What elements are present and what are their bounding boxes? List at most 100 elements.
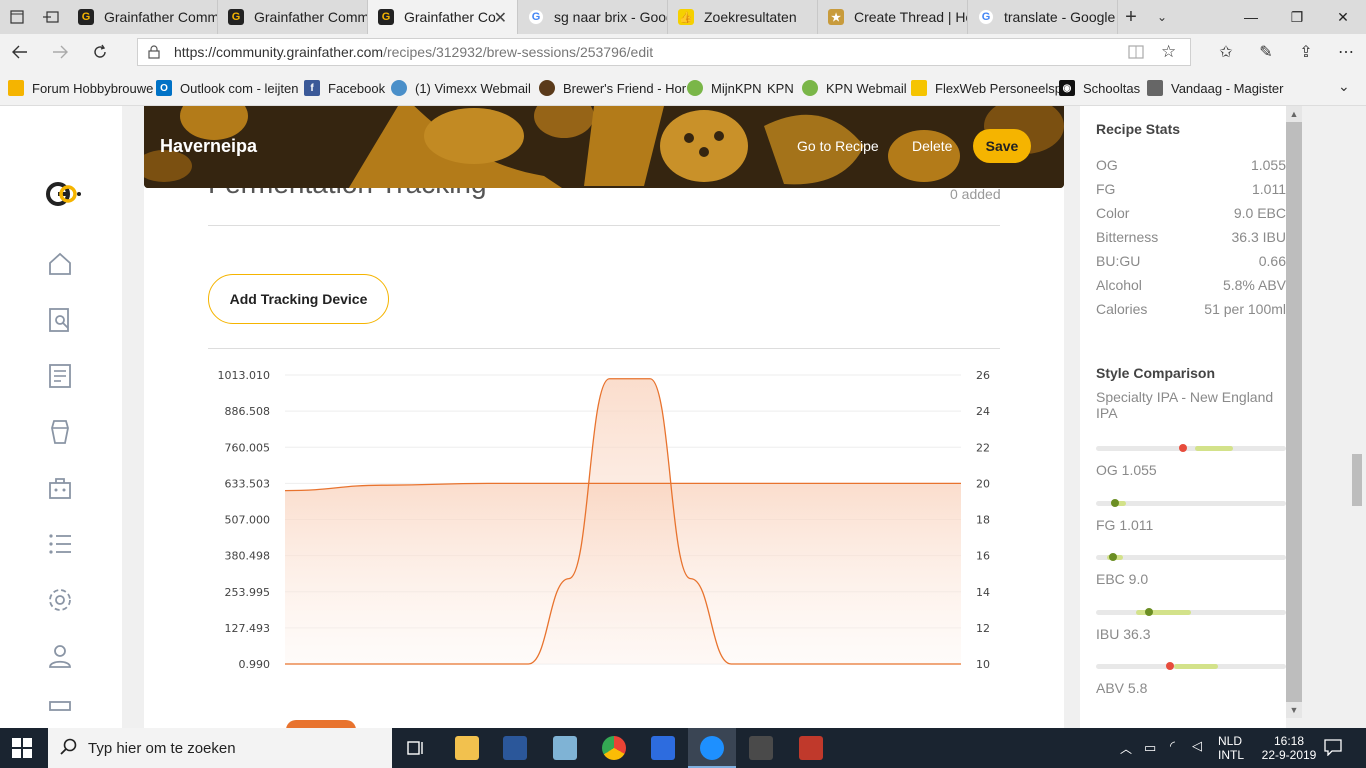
url-field[interactable]: https://community.grainfather.com/recipe… — [137, 38, 1191, 66]
close-window-icon[interactable]: ✕ — [1320, 0, 1366, 34]
tab-preview-chevron-icon[interactable]: ⌄ — [1150, 0, 1174, 34]
favorite-star-icon[interactable]: ☆ — [1161, 42, 1176, 62]
forward-icon[interactable] — [44, 38, 76, 66]
scroll-down-icon[interactable]: ▼ — [1286, 702, 1302, 718]
tab-translate[interactable]: G translate - Google — [968, 0, 1118, 34]
stat-label: Alcohol — [1096, 277, 1142, 293]
chart-right-tick-label: 12 — [976, 622, 990, 635]
favorites-hub-icon[interactable]: ✩ — [1210, 38, 1242, 66]
go-to-recipe-link[interactable]: Go to Recipe — [797, 138, 879, 154]
style-range-label: OG 1.055 — [1096, 462, 1157, 478]
fav-vimexx[interactable]: (1) Vimexx Webmail — [391, 79, 531, 97]
panel-scrollbar[interactable]: ▲ ▼ — [1286, 106, 1302, 718]
delete-link[interactable]: Delete — [912, 138, 952, 154]
save-button[interactable]: Save — [973, 129, 1031, 163]
style-range-label: EBC 9.0 — [1096, 571, 1149, 587]
volume-icon[interactable]: ◁ — [1192, 738, 1202, 754]
fav-magister[interactable]: Vandaag - Magister — [1147, 79, 1284, 97]
facebook-icon: f — [304, 80, 320, 96]
kpn-icon — [802, 80, 818, 96]
settings-gear-icon[interactable] — [46, 586, 74, 614]
close-tab-icon[interactable]: ✕ — [494, 8, 507, 28]
fav-mijnkpn[interactable]: MijnKPN — [687, 79, 762, 97]
fav-kpn[interactable]: KPN — [767, 79, 794, 97]
tab-actions-icon[interactable] — [0, 0, 34, 34]
stat-row: Bitterness 36.3 IBU — [1096, 229, 1286, 249]
chart-right-tick-label: 10 — [976, 658, 990, 671]
magister-icon — [1147, 80, 1163, 96]
stat-label: FG — [1096, 181, 1116, 197]
fermentation-chart: 1013.010 886.508 760.005 633.503 507.000 380.… — [218, 369, 991, 671]
tab-create-thread[interactable]: ★ Create Thread | Ho — [818, 0, 968, 34]
stat-row: Color 9.0 EBC — [1096, 205, 1286, 225]
task-view-icon[interactable] — [404, 736, 428, 760]
fav-schooltas[interactable]: ◉ Schooltas — [1059, 79, 1140, 97]
style-range-band — [1135, 609, 1191, 615]
orange-action-button[interactable] — [286, 720, 356, 728]
pen-notes-icon[interactable]: ✎ — [1250, 38, 1282, 66]
tray-chevron-icon[interactable]: ︿ — [1120, 740, 1132, 757]
chart-left-tick-label: 0.990 — [239, 658, 271, 671]
windows-start-icon[interactable] — [12, 738, 32, 763]
tab-grainfather-2[interactable]: G Grainfather Comm — [218, 0, 368, 34]
brewers-friend-icon — [539, 80, 555, 96]
style-range-label: IBU 36.3 — [1096, 625, 1151, 642]
tab-zoekresultaten[interactable]: 👍 Zoekresultaten — [668, 0, 818, 34]
add-tracking-device-button[interactable]: Add Tracking Device — [208, 274, 389, 324]
fermenter-icon[interactable] — [46, 418, 74, 446]
minimize-icon[interactable]: — — [1228, 0, 1274, 34]
stat-value: 0.66 — [1258, 253, 1286, 269]
page-scroll-thumb[interactable] — [1352, 454, 1362, 506]
scroll-up-icon[interactable]: ▲ — [1286, 106, 1302, 122]
restore-icon[interactable]: ❐ — [1274, 0, 1320, 34]
chart-left-tick-label: 633.503 — [225, 477, 271, 490]
home-icon[interactable] — [46, 250, 74, 278]
page-scrollbar[interactable] — [1348, 106, 1366, 728]
fav-flexweb[interactable]: FlexWeb Personeelsp — [911, 79, 1062, 97]
file-explorer-icon[interactable] — [455, 736, 479, 760]
tab-google-sg[interactable]: G sg naar brix - Goog — [518, 0, 668, 34]
chrome-icon[interactable] — [602, 736, 626, 760]
more-icon[interactable]: ⋯ — [1330, 38, 1362, 66]
fav-outlook[interactable]: O Outlook com - leijten — [156, 79, 299, 97]
chart-right-tick-label: 18 — [976, 514, 990, 527]
clock[interactable]: 16:18 22-9-2019 — [1256, 728, 1322, 768]
favorites-overflow-chevron-icon[interactable]: ⌄ — [1338, 78, 1350, 95]
tab-grainfather-1[interactable]: G Grainfather Comm — [68, 0, 218, 34]
recipes-icon[interactable] — [46, 362, 74, 390]
set-tabs-aside-icon[interactable] — [34, 0, 68, 34]
wifi-icon[interactable]: ◜ — [1170, 738, 1175, 754]
brewing-equipment-icon[interactable] — [46, 474, 74, 502]
printer-icon[interactable] — [46, 700, 74, 728]
word-icon[interactable] — [503, 736, 527, 760]
language-indicator[interactable]: NLD INTL — [1218, 728, 1244, 768]
recipe-stats-title: Recipe Stats — [1096, 121, 1181, 137]
style-range-bar — [1096, 607, 1286, 616]
edge-taskbar-button[interactable] — [688, 728, 736, 768]
recipe-search-icon[interactable] — [46, 306, 74, 334]
google-icon: G — [978, 9, 994, 25]
game-app-icon[interactable] — [799, 736, 823, 760]
style-value-marker — [1179, 444, 1188, 452]
fav-forum-hobbybrouwe[interactable]: Forum Hobbybrouwe — [8, 79, 153, 97]
new-tab-icon[interactable]: + — [1118, 0, 1144, 34]
grainfather-logo[interactable] — [46, 180, 82, 208]
profile-icon[interactable] — [46, 642, 74, 670]
reading-view-icon[interactable] — [1128, 44, 1144, 63]
list-icon[interactable] — [46, 530, 74, 558]
fav-kpn-webmail[interactable]: KPN Webmail — [802, 79, 907, 97]
fav-brewers-friend[interactable]: Brewer's Friend - Hor — [539, 79, 686, 97]
back-icon[interactable] — [4, 38, 36, 66]
battery-icon[interactable]: ▭ — [1144, 740, 1156, 756]
taskbar-search-input[interactable]: Typ hier om te zoeken — [48, 728, 392, 768]
flexweb-icon — [911, 80, 927, 96]
messenger-icon[interactable] — [651, 736, 675, 760]
notifications-icon[interactable] — [1324, 738, 1342, 761]
share-icon[interactable]: ⇪ — [1290, 38, 1322, 66]
chart-left-tick-label: 253.995 — [225, 586, 271, 599]
tab-grainfather-active[interactable]: G Grainfather Co ✕ — [368, 0, 518, 34]
photos-icon[interactable] — [553, 736, 577, 760]
calculator-icon[interactable] — [749, 736, 773, 760]
refresh-icon[interactable] — [84, 38, 116, 66]
fav-facebook[interactable]: f Facebook — [304, 79, 385, 97]
